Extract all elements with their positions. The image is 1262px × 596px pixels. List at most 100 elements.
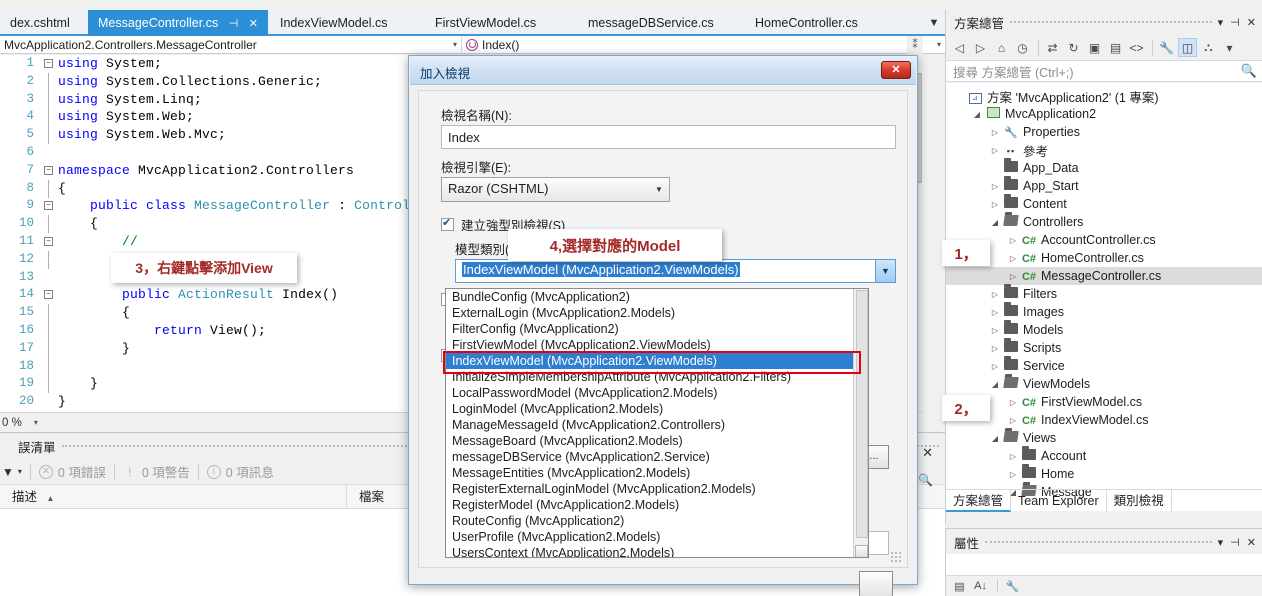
expand-collapse-expanded-icon[interactable]: ◢	[970, 110, 984, 119]
tree-item-firstviewmodel.cs[interactable]: ▷ C# FirstViewModel.cs	[946, 393, 1262, 411]
expand-collapse-collapsed-icon[interactable]: ▷	[988, 344, 1002, 353]
dropdown-option[interactable]: InitializeSimpleMembershipAttribute (Mvc…	[446, 369, 868, 385]
pin-icon[interactable]: ⊣	[229, 11, 239, 37]
close-icon[interactable]: ✕	[249, 11, 258, 37]
tree-item-controllers[interactable]: ◢ Controllers	[946, 213, 1262, 231]
collapse-all-icon[interactable]: ▣	[1085, 38, 1104, 57]
expand-collapse-collapsed-icon[interactable]: ▷	[1006, 452, 1020, 461]
alphabetical-icon[interactable]: A↓	[971, 577, 990, 595]
dropdown-option[interactable]: UserProfile (MvcApplication2.Models)	[446, 529, 868, 545]
dropdown-option[interactable]: LoginModel (MvcApplication2.Models)	[446, 401, 868, 417]
chevron-down-icon[interactable]: ▾	[1218, 16, 1224, 29]
expand-collapse-collapsed-icon[interactable]: ▷	[988, 146, 1002, 155]
tree-item-viewmodels[interactable]: ◢ ViewModels	[946, 375, 1262, 393]
bottom-tab-team-explorer[interactable]: Team Explorer	[1011, 489, 1107, 512]
expand-collapse-collapsed-icon[interactable]: ▷	[1006, 398, 1020, 407]
view-name-input[interactable]	[441, 125, 896, 149]
expand-collapse-collapsed-icon[interactable]: ▷	[988, 200, 1002, 209]
tab-list-dropdown-icon[interactable]: ▼	[925, 13, 943, 33]
type-dropdown[interactable]: MvcApplication2.Controllers.MessageContr…	[0, 35, 462, 54]
show-all-files-icon[interactable]: ▤	[1106, 38, 1125, 57]
dialog-secondary-field-b[interactable]	[859, 571, 893, 596]
close-icon[interactable]: ✕	[881, 61, 911, 79]
search-icon[interactable]: 🔍	[918, 473, 933, 487]
chevron-down-icon[interactable]: ▾	[937, 36, 941, 54]
bottom-tab-方案總管[interactable]: 方案總管	[946, 489, 1012, 512]
pin-icon[interactable]: ⊣	[1230, 16, 1240, 29]
dropdown-option[interactable]: MessageEntities (MvcApplication2.Models)	[446, 465, 868, 481]
expand-collapse-expanded-icon[interactable]: ◢	[988, 434, 1002, 443]
tree-item-filters[interactable]: ▷ Filters	[946, 284, 1262, 303]
dropdown-option[interactable]: ExternalLogin (MvcApplication2.Models)	[446, 305, 868, 321]
message-count-button[interactable]: i 0 項訊息	[206, 462, 274, 481]
chevron-down-icon[interactable]: ▼	[875, 260, 895, 282]
scrollbar-down-button[interactable]	[855, 545, 868, 557]
home-icon[interactable]: ⌂	[992, 38, 1011, 57]
solution-tree[interactable]: ⊿ 方案 'MvcApplication2' (1 專案) ◢ MvcApplicat…	[946, 83, 1262, 511]
dropdown-option[interactable]: RegisterExternalLoginModel (MvcApplicati…	[446, 481, 868, 497]
warning-count-button[interactable]: ! 0 項警告	[123, 462, 190, 481]
expand-collapse-expanded-icon[interactable]: ◢	[988, 380, 1002, 389]
chevron-down-icon[interactable]: ▾	[453, 36, 457, 54]
tab-firstviewmodel-cs[interactable]: FirstViewModel.cs	[425, 10, 546, 36]
fold-toggle-icon[interactable]: −	[44, 165, 53, 175]
tree-item-mvcapplication2[interactable]: ◢ MvcApplication2	[946, 105, 1262, 123]
expand-collapse-collapsed-icon[interactable]: ▷	[1006, 470, 1020, 479]
tree-item-messagecontroller.cs[interactable]: ▷ C# MessageController.cs	[946, 267, 1262, 285]
filter-caret-icon[interactable]: ▾	[18, 467, 22, 476]
preview-icon[interactable]: ◫	[1178, 38, 1197, 57]
properties-icon[interactable]: 🔧	[1157, 38, 1176, 57]
solution-explorer-search[interactable]: 搜尋 方案總管 (Ctrl+;) 🔍	[946, 60, 1262, 82]
member-dropdown[interactable]: Index() ▾	[462, 36, 945, 54]
dropdown-option[interactable]: ManageMessageId (MvcApplication2.Control…	[446, 417, 868, 433]
tree-item-content[interactable]: ▷ Content	[946, 194, 1262, 213]
dropdown-option[interactable]: RouteConfig (MvcApplication2)	[446, 513, 868, 529]
strongly-typed-view-checkbox[interactable]	[441, 216, 454, 231]
expand-collapse-collapsed-icon[interactable]: ▷	[1006, 272, 1020, 281]
pin-icon[interactable]: ⊣	[1230, 536, 1240, 549]
dropdown-scrollbar[interactable]	[853, 289, 868, 557]
tree-item--[interactable]: ▷ ▪▪ 參考	[946, 141, 1262, 159]
column-header-description[interactable]: 描述 ▲	[0, 484, 347, 509]
editor-split-handle[interactable]: ⁑	[907, 36, 923, 54]
model-class-dropdown-list[interactable]: BundleConfig (MvcApplication2) ExternalLo…	[445, 288, 869, 558]
error-count-button[interactable]: ✕ 0 項錯誤	[38, 462, 106, 481]
tab-homecontroller-cs[interactable]: HomeController.cs	[745, 10, 868, 36]
dropdown-option[interactable]: IndexViewModel (MvcApplication2.ViewMode…	[446, 353, 868, 369]
chevron-down-icon[interactable]: ▼	[650, 179, 668, 200]
dropdown-option[interactable]: LocalPasswordModel (MvcApplication2.Mode…	[446, 385, 868, 401]
tree-item--mvcapplication2-1-[interactable]: ⊿ 方案 'MvcApplication2' (1 專案)	[946, 87, 1262, 105]
filter-icon[interactable]: ▼	[2, 465, 14, 479]
expand-collapse-collapsed-icon[interactable]: ▷	[1006, 236, 1020, 245]
tab-messagecontroller-cs[interactable]: MessageController.cs ⊣ ✕	[88, 10, 268, 36]
bottom-tab-類別檢視[interactable]: 類別檢視	[1107, 489, 1172, 512]
dropdown-option[interactable]: MessageBoard (MvcApplication2.Models)	[446, 433, 868, 449]
tree-item-homecontroller.cs[interactable]: ▷ C# HomeController.cs	[946, 249, 1262, 267]
sync-icon[interactable]: ⇄	[1043, 38, 1062, 57]
tree-item-views[interactable]: ◢ Views	[946, 429, 1262, 447]
class-view-icon[interactable]: ⛬	[1199, 38, 1218, 57]
tree-item-app_start[interactable]: ▷ App_Start	[946, 176, 1262, 195]
expand-collapse-collapsed-icon[interactable]: ▷	[988, 362, 1002, 371]
tree-item-scripts[interactable]: ▷ Scripts	[946, 338, 1262, 357]
tree-item-models[interactable]: ▷ Models	[946, 320, 1262, 339]
scrollbar-thumb[interactable]	[856, 290, 868, 538]
view-code-icon[interactable]: <>	[1127, 38, 1146, 57]
close-icon[interactable]: ✕	[1247, 536, 1256, 549]
expand-collapse-collapsed-icon[interactable]: ▷	[1006, 254, 1020, 263]
tree-item-app_data[interactable]: App_Data	[946, 158, 1262, 177]
tree-item-home[interactable]: ▷ Home	[946, 464, 1262, 483]
fold-toggle-icon[interactable]: −	[44, 59, 53, 68]
model-class-combobox[interactable]: IndexViewModel (MvcApplication2.ViewMode…	[455, 259, 896, 283]
zoom-level[interactable]: 0 %	[2, 417, 22, 429]
expand-collapse-collapsed-icon[interactable]: ▷	[1006, 416, 1020, 425]
tree-item-images[interactable]: ▷ Images	[946, 302, 1262, 321]
refresh-icon[interactable]: ↻	[1064, 38, 1083, 57]
dialog-titlebar[interactable]: 加入檢視 ✕	[410, 57, 916, 85]
expand-collapse-expanded-icon[interactable]: ◢	[988, 218, 1002, 227]
properties-icon[interactable]: 🔧	[1003, 577, 1022, 595]
tree-item-properties[interactable]: ▷ 🔧 Properties	[946, 123, 1262, 141]
dropdown-option[interactable]: RegisterModel (MvcApplication2.Models)	[446, 497, 868, 513]
fold-toggle-icon[interactable]: −	[44, 201, 53, 211]
view-engine-combobox[interactable]: Razor (CSHTML) ▼	[441, 177, 670, 202]
